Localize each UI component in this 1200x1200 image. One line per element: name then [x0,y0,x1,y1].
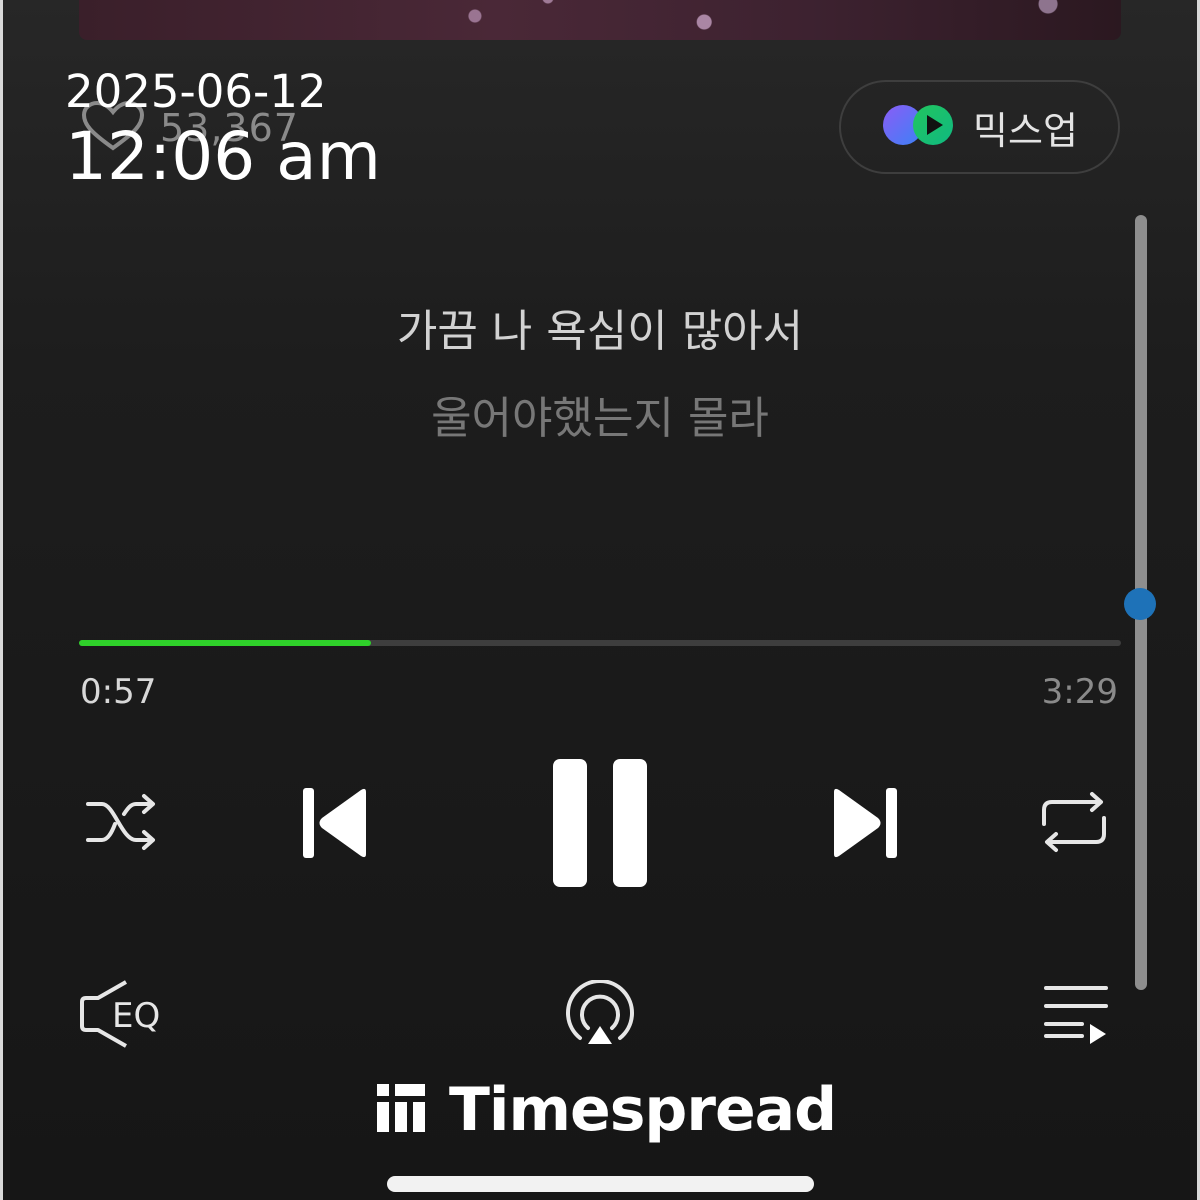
eq-icon: EQ [78,978,172,1050]
eq-label: EQ [112,996,160,1036]
current-time: 0:57 [80,672,157,712]
overlay-time: 12:06 am [65,118,381,195]
progress-fill [79,640,371,646]
total-time: 3:29 [1041,672,1118,712]
repeat-icon [1038,790,1110,854]
skip-previous-icon [300,784,370,862]
eq-button[interactable]: EQ [78,978,172,1050]
next-button[interactable] [830,784,900,862]
scrollbar-thumb[interactable] [1124,588,1156,620]
mixup-logo-icon [881,100,957,154]
airplay-icon [562,980,638,1050]
timespread-logo-icon [375,1082,427,1138]
previous-button[interactable] [300,784,370,862]
brand-name: Timespread [449,1075,837,1145]
shuffle-button[interactable] [84,790,160,854]
airplay-button[interactable] [562,980,638,1050]
lyric-next-line[interactable]: 울어야했는지 몰라 [0,382,1200,446]
skip-next-icon [830,784,900,862]
queue-button[interactable] [1042,982,1110,1048]
shuffle-icon [84,790,160,854]
repeat-button[interactable] [1038,790,1110,854]
playlist-icon [1042,982,1110,1048]
datetime-overlay: 2025-06-12 12:06 am [65,66,381,190]
mixup-button[interactable]: 믹스업 [839,80,1120,174]
frame-edge-left [0,0,3,1200]
album-art[interactable] [79,0,1121,40]
overlay-date: 2025-06-12 [65,65,327,118]
mixup-label: 믹스업 [973,108,1078,153]
timespread-watermark: Timespread [375,1075,837,1145]
lyric-current-line[interactable]: 가끔 나 욕심이 많아서 [0,295,1200,359]
pause-button[interactable] [550,756,650,890]
home-indicator[interactable] [387,1176,814,1192]
progress-bar[interactable] [79,640,1121,646]
pause-icon [550,756,650,890]
